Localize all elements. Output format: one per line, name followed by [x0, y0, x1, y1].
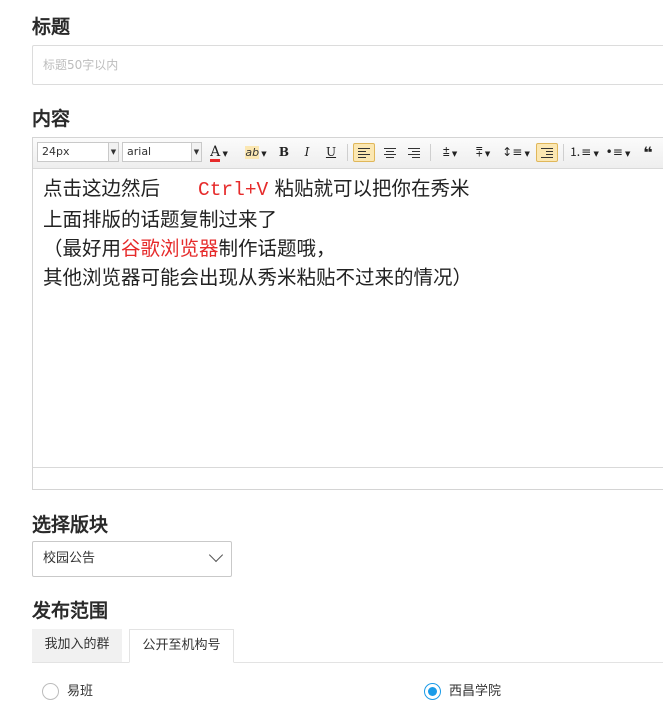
- radio-label: 易班: [67, 684, 94, 699]
- editor-text: 粘贴就可以把你在秀米: [274, 177, 470, 200]
- line-height-icon: ↕≡: [502, 145, 523, 159]
- editor-text: 制作话题哦，: [218, 237, 336, 260]
- ordered-list-icon: ⒈≡: [569, 145, 592, 159]
- tab-public-org[interactable]: 公开至机构号: [129, 629, 234, 663]
- highlight-button[interactable]: ab ▼: [241, 143, 271, 162]
- font-size-value: 24px: [42, 145, 70, 158]
- underline-button[interactable]: U: [323, 143, 339, 162]
- unordered-list-icon: •≡: [605, 145, 623, 159]
- align-right-icon: [408, 146, 420, 160]
- scope-tabs: 我加入的群 公开至机构号: [32, 629, 663, 663]
- editor-text: （最好用: [43, 237, 122, 260]
- radio-checked-icon[interactable]: [424, 683, 441, 700]
- radio-unchecked-icon[interactable]: [42, 683, 59, 700]
- bold-button[interactable]: B: [276, 143, 292, 162]
- editor-shortcut-text: Ctrl+V: [198, 179, 269, 201]
- board-section-heading: 选择版块: [32, 514, 109, 536]
- title-section-heading: 标题: [32, 16, 71, 38]
- toolbar-divider: [347, 144, 348, 161]
- indent-button[interactable]: [536, 143, 558, 162]
- line-height-button[interactable]: ↕≡ ▼: [502, 143, 530, 162]
- font-color-button[interactable]: A ▼: [206, 143, 232, 162]
- font-family-select[interactable]: arial ▼: [122, 142, 202, 162]
- rich-text-editor: 24px ▼ arial ▼ A ▼ ab ▼ B I U ⩲ ▼ ⩱ ▼ ↕≡…: [32, 137, 663, 490]
- chevron-down-icon: ▼: [191, 143, 201, 161]
- editor-line: （最好用谷歌浏览器制作话题哦，: [43, 234, 661, 263]
- paragraph-spacing-top-button[interactable]: ⩲ ▼: [436, 143, 464, 162]
- board-select[interactable]: 校园公告: [32, 541, 232, 577]
- scope-section-heading: 发布范围: [32, 600, 109, 622]
- toolbar-divider: [430, 144, 431, 161]
- align-left-icon: [358, 146, 370, 160]
- paragraph-spacing-bottom-button[interactable]: ⩱ ▼: [469, 143, 497, 162]
- highlight-icon: ab: [245, 146, 260, 159]
- editor-line: 上面排版的话题复制过来了: [43, 208, 278, 231]
- ordered-list-button[interactable]: ⒈≡ ▼: [569, 143, 599, 162]
- board-select-value: 校园公告: [43, 551, 96, 566]
- editor-statusbar: [33, 467, 663, 489]
- italic-button[interactable]: I: [299, 143, 315, 162]
- unordered-list-button[interactable]: •≡ ▼: [603, 143, 633, 162]
- tab-joined-groups[interactable]: 我加入的群: [32, 629, 122, 662]
- editor-content-area[interactable]: 点击这边然后 Ctrl+V 粘贴就可以把你在秀米 上面排版的话题复制过来了 （最好…: [43, 174, 661, 292]
- quote-icon: ❝: [643, 143, 653, 162]
- radio-label: 西昌学院: [449, 684, 502, 699]
- title-input[interactable]: [32, 45, 663, 85]
- indent-icon: [541, 146, 553, 160]
- editor-text: 点击这边然后: [43, 177, 161, 200]
- chevron-down-icon: [208, 547, 224, 563]
- spacing-top-icon: ⩲: [442, 145, 450, 159]
- font-size-select[interactable]: 24px ▼: [37, 142, 119, 162]
- font-color-icon: A: [210, 144, 221, 162]
- font-family-value: arial: [127, 145, 152, 158]
- chevron-down-icon: ▼: [108, 143, 118, 161]
- align-left-button[interactable]: [353, 143, 375, 162]
- align-right-button[interactable]: [403, 143, 425, 162]
- content-section-heading: 内容: [32, 108, 71, 130]
- align-center-button[interactable]: [379, 143, 401, 162]
- editor-line: 点击这边然后 Ctrl+V 粘贴就可以把你在秀米: [43, 174, 661, 205]
- align-center-icon: [384, 146, 396, 160]
- toolbar-divider: [563, 144, 564, 161]
- editor-line: 其他浏览器可能会出现从秀米粘贴不过来的情况）: [43, 266, 473, 289]
- spacing-bottom-icon: ⩱: [475, 145, 483, 159]
- blockquote-button[interactable]: ❝: [638, 143, 658, 162]
- editor-highlight-text: 谷歌浏览器: [121, 237, 219, 260]
- editor-toolbar: 24px ▼ arial ▼ A ▼ ab ▼ B I U ⩲ ▼ ⩱ ▼ ↕≡…: [33, 138, 663, 169]
